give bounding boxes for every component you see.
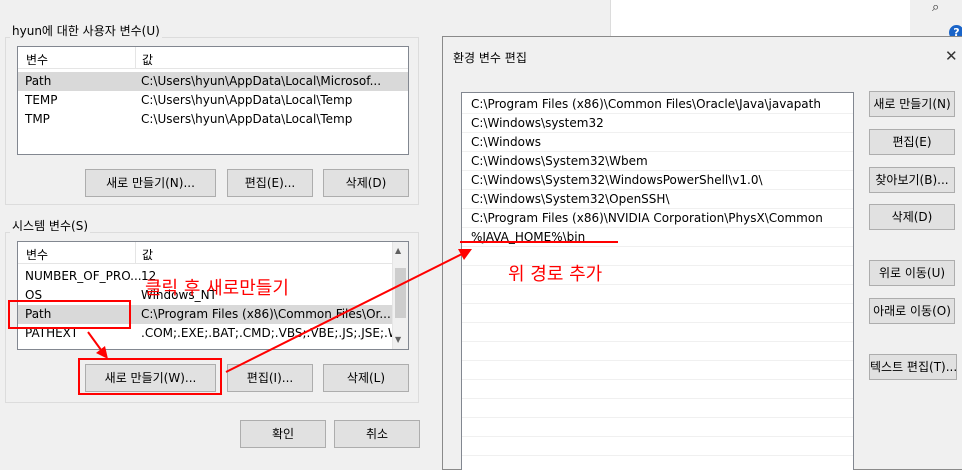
user-edit-button[interactable]: 편집(E)... [227, 169, 313, 197]
path-entry[interactable]: C:\Program Files (x86)\NVIDIA Corporatio… [462, 209, 853, 228]
empty-row [462, 380, 853, 399]
user-variables-list[interactable]: 변수 값 Path C:\Users\hyun\AppData\Local\Mi… [17, 46, 409, 155]
system-var-row-path[interactable]: Path C:\Program Files (x86)\Common Files… [18, 305, 408, 324]
column-header-name[interactable]: 변수 [26, 51, 48, 68]
background-search-area [610, 0, 910, 40]
edit-edit-button[interactable]: 편집(E) [869, 129, 955, 155]
path-entry[interactable]: C:\Windows\System32\OpenSSH\ [462, 190, 853, 209]
empty-row [462, 361, 853, 380]
system-variables-scrollbar[interactable]: ▲ ▼ [392, 242, 408, 349]
system-variables-title: 시스템 변수(S) [10, 217, 90, 234]
system-variables-header: 변수 값 [18, 242, 408, 264]
var-value: C:\Users\hyun\AppData\Local\Temp [141, 93, 353, 107]
column-header-value[interactable]: 값 [142, 51, 153, 68]
empty-row [462, 323, 853, 342]
close-icon[interactable]: ✕ [945, 47, 958, 65]
var-name: TEMP [25, 93, 58, 107]
user-var-row-tmp[interactable]: TMP C:\Users\hyun\AppData\Local\Temp [18, 110, 408, 129]
annotation-click-then-new: 클릭 후 새로만들기 [145, 278, 289, 299]
user-delete-button[interactable]: 삭제(D) [323, 169, 409, 197]
edit-delete-button[interactable]: 삭제(D) [869, 204, 955, 230]
empty-row [462, 456, 853, 470]
var-value: .COM;.EXE;.BAT;.CMD;.VBS;.VBE;.JS;.JSE;.… [141, 326, 409, 340]
system-var-row-pathext[interactable]: PATHEXT .COM;.EXE;.BAT;.CMD;.VBS;.VBE;.J… [18, 324, 408, 343]
var-value: C:\Users\hyun\AppData\Local\Microsof... [141, 74, 382, 88]
column-header-name[interactable]: 변수 [26, 246, 48, 263]
column-header-value[interactable]: 값 [142, 246, 153, 263]
path-entry[interactable]: C:\Windows [462, 133, 853, 152]
path-entry[interactable]: C:\Windows\system32 [462, 114, 853, 133]
path-entry-java-home[interactable]: %JAVA_HOME%\bin [462, 228, 853, 247]
empty-row [462, 304, 853, 323]
scrollbar-thumb[interactable] [395, 268, 406, 318]
scroll-up-arrow-icon[interactable]: ▲ [395, 246, 401, 255]
empty-row [462, 342, 853, 361]
var-name: PATHEXT [25, 326, 79, 340]
var-name: TMP [25, 112, 50, 126]
ok-button[interactable]: 확인 [240, 420, 326, 448]
user-var-row-temp[interactable]: TEMP C:\Users\hyun\AppData\Local\Temp [18, 91, 408, 110]
path-entry[interactable]: C:\Windows\System32\Wbem [462, 152, 853, 171]
empty-row [462, 285, 853, 304]
path-entry[interactable]: C:\Program Files (x86)\Common Files\Orac… [462, 95, 853, 114]
system-delete-button[interactable]: 삭제(L) [323, 364, 409, 392]
scroll-down-arrow-icon[interactable]: ▼ [395, 335, 401, 344]
edit-browse-button[interactable]: 찾아보기(B)... [869, 167, 955, 193]
user-variables-header: 변수 값 [18, 47, 408, 69]
cancel-button[interactable]: 취소 [334, 420, 420, 448]
path-entry[interactable]: C:\Windows\System32\WindowsPowerShell\v1… [462, 171, 853, 190]
var-name: Path [25, 307, 52, 321]
annotation-add-path: 위 경로 추가 [508, 264, 603, 285]
system-edit-button[interactable]: 편집(I)... [227, 364, 313, 392]
empty-row [462, 437, 853, 456]
edit-text-button[interactable]: 텍스트 편집(T)... [869, 354, 957, 380]
user-variables-title: hyun에 대한 사용자 변수(U) [10, 22, 162, 39]
var-value: C:\Users\hyun\AppData\Local\Temp [141, 112, 353, 126]
var-name: NUMBER_OF_PRO... [25, 269, 142, 283]
empty-row [462, 399, 853, 418]
user-var-row-path[interactable]: Path C:\Users\hyun\AppData\Local\Microso… [18, 72, 408, 91]
search-icon[interactable]: ⌕ [932, 0, 950, 18]
user-new-button[interactable]: 새로 만들기(N)... [85, 169, 216, 197]
empty-row [462, 418, 853, 437]
var-name: OS [25, 288, 43, 302]
move-down-button[interactable]: 아래로 이동(O) [869, 298, 955, 324]
system-new-button[interactable]: 새로 만들기(W)... [85, 364, 216, 392]
var-name: Path [25, 74, 52, 88]
var-value: C:\Program Files (x86)\Common Files\Or..… [141, 307, 391, 321]
move-up-button[interactable]: 위로 이동(U) [869, 260, 955, 286]
edit-dialog-title: 환경 변수 편집 [453, 51, 527, 65]
edit-new-button[interactable]: 새로 만들기(N) [869, 91, 955, 117]
